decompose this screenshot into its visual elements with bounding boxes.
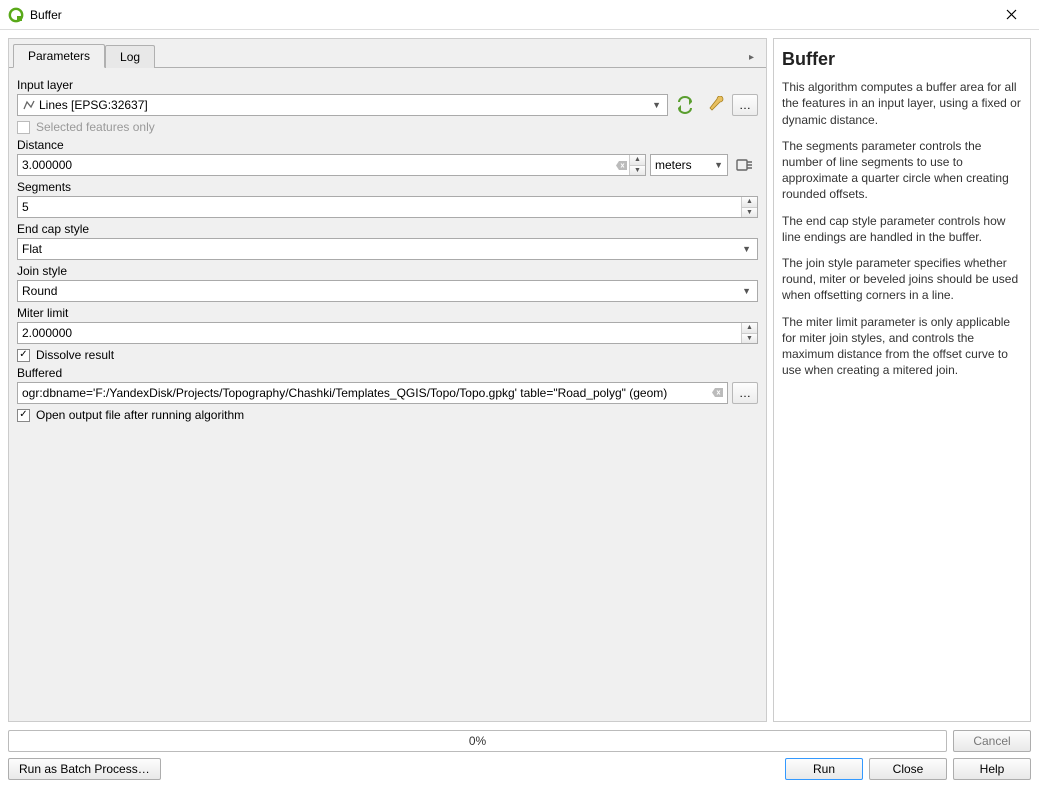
segments-step-down[interactable]: ▼ <box>742 207 757 218</box>
chevron-down-icon: ▼ <box>714 160 723 170</box>
run-button[interactable]: Run <box>785 758 863 780</box>
label-dissolve: Dissolve result <box>36 348 114 362</box>
segments-step-up[interactable]: ▲ <box>742 197 757 207</box>
end-cap-value: Flat <box>22 242 42 256</box>
browse-input-button[interactable]: … <box>732 94 758 116</box>
help-panel: Buffer This algorithm computes a buffer … <box>773 38 1031 722</box>
label-join-style: Join style <box>17 264 758 278</box>
wrench-icon <box>706 96 724 114</box>
join-style-combo[interactable]: Round ▼ <box>17 280 758 302</box>
data-defined-icon <box>736 157 754 173</box>
collapse-help-toggle[interactable]: ▸ <box>745 48 758 67</box>
label-selected-only: Selected features only <box>36 120 155 134</box>
end-cap-combo[interactable]: Flat ▼ <box>17 238 758 260</box>
help-title: Buffer <box>782 47 1022 71</box>
label-miter-limit: Miter limit <box>17 306 758 320</box>
segments-value: 5 <box>22 200 741 214</box>
distance-step-down[interactable]: ▼ <box>630 165 645 176</box>
chevron-down-icon: ▼ <box>650 100 663 110</box>
distance-spin[interactable]: 3.000000 ▲ ▼ <box>17 154 646 176</box>
window-close-button[interactable] <box>991 1 1031 29</box>
help-paragraph: The end cap style parameter controls how… <box>782 213 1022 245</box>
titlebar: Buffer <box>0 0 1039 30</box>
miter-limit-value: 2.000000 <box>22 326 741 340</box>
chevron-down-icon: ▼ <box>740 286 753 296</box>
units-value: meters <box>655 158 692 172</box>
label-segments: Segments <box>17 180 758 194</box>
input-layer-value: Lines [EPSG:32637] <box>39 98 148 112</box>
tab-log[interactable]: Log <box>105 45 155 68</box>
label-distance: Distance <box>17 138 758 152</box>
help-button[interactable]: Help <box>953 758 1031 780</box>
browse-output-button[interactable]: … <box>732 382 758 404</box>
label-end-cap: End cap style <box>17 222 758 236</box>
progress-text: 0% <box>469 734 486 748</box>
line-layer-icon <box>22 98 36 112</box>
close-icon <box>1006 9 1017 20</box>
buffered-output-input[interactable] <box>17 382 728 404</box>
advanced-options-button[interactable] <box>702 94 728 116</box>
run-batch-button[interactable]: Run as Batch Process… <box>8 758 161 780</box>
help-paragraph: This algorithm computes a buffer area fo… <box>782 79 1022 128</box>
miter-limit-spin[interactable]: 2.000000 ▲ ▼ <box>17 322 758 344</box>
distance-units-combo[interactable]: meters ▼ <box>650 154 728 176</box>
miter-step-down[interactable]: ▼ <box>742 333 757 344</box>
label-input-layer: Input layer <box>17 78 758 92</box>
qgis-logo-icon <box>8 7 24 23</box>
distance-step-up[interactable]: ▲ <box>630 155 645 165</box>
label-buffered: Buffered <box>17 366 758 380</box>
clear-distance-icon[interactable] <box>613 155 629 175</box>
tab-parameters[interactable]: Parameters <box>13 44 105 68</box>
close-button[interactable]: Close <box>869 758 947 780</box>
data-defined-override-button[interactable] <box>732 154 758 176</box>
dissolve-checkbox[interactable]: ✓ <box>17 349 30 362</box>
help-paragraph: The join style parameter specifies wheth… <box>782 255 1022 304</box>
help-paragraph: The segments parameter controls the numb… <box>782 138 1022 203</box>
buffered-output-value[interactable] <box>22 386 707 400</box>
distance-value: 3.000000 <box>22 158 613 172</box>
window-title: Buffer <box>30 8 62 22</box>
help-paragraph: The miter limit parameter is only applic… <box>782 314 1022 379</box>
miter-step-up[interactable]: ▲ <box>742 323 757 333</box>
label-open-output: Open output file after running algorithm <box>36 408 244 422</box>
iterate-features-button[interactable] <box>672 94 698 116</box>
open-output-checkbox[interactable]: ✓ <box>17 409 30 422</box>
chevron-down-icon: ▼ <box>740 244 753 254</box>
iterate-icon <box>675 96 695 114</box>
input-layer-combo[interactable]: Lines [EPSG:32637] ▼ <box>17 94 668 116</box>
selected-features-checkbox <box>17 121 30 134</box>
cancel-button[interactable]: Cancel <box>953 730 1031 752</box>
segments-spin[interactable]: 5 ▲ ▼ <box>17 196 758 218</box>
progress-bar: 0% <box>8 730 947 752</box>
clear-output-icon[interactable] <box>712 386 723 400</box>
parameters-panel: Parameters Log ▸ Input layer Lines [EPSG… <box>8 38 767 722</box>
join-style-value: Round <box>22 284 57 298</box>
